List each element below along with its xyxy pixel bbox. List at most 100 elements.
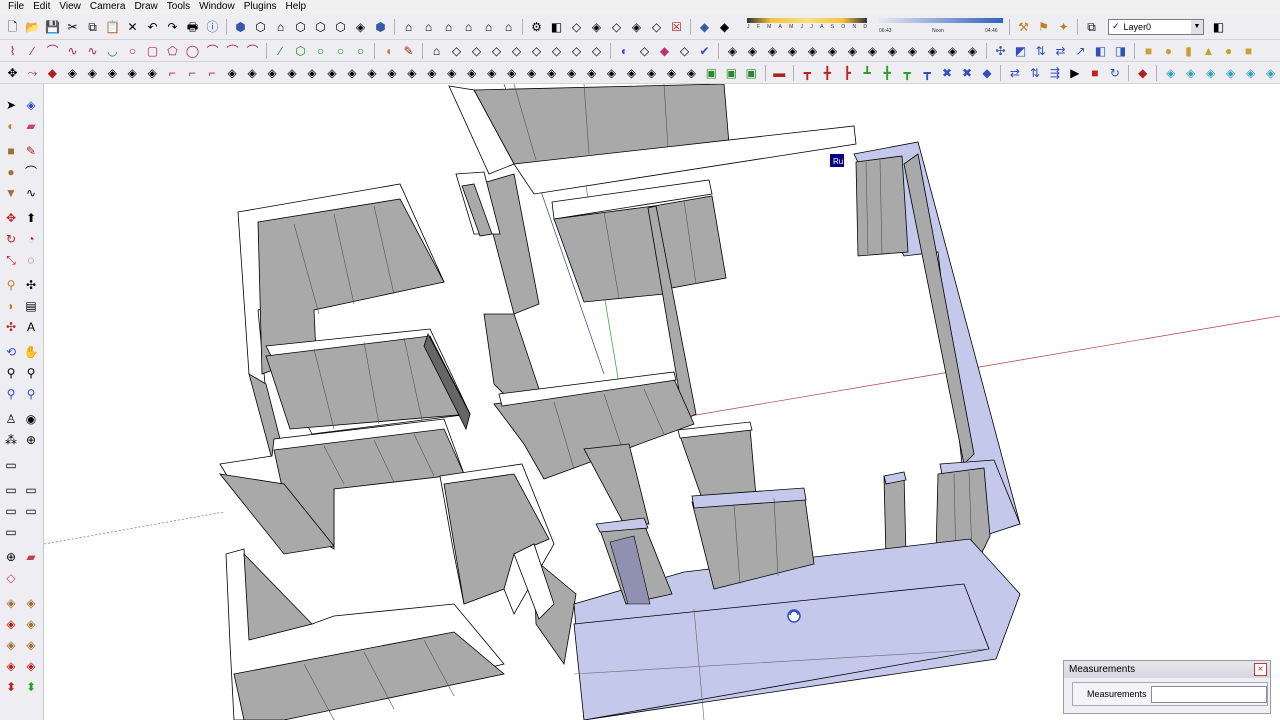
rect-icon[interactable]: ▢ <box>143 41 162 60</box>
scenes-icon[interactable]: ◇ <box>647 17 666 36</box>
line-icon[interactable]: ✎ <box>22 142 40 160</box>
tool-red5-icon[interactable]: ◈ <box>2 657 20 675</box>
make-component-icon[interactable]: ◈ <box>22 96 40 114</box>
text-icon[interactable]: ▤ <box>22 297 40 315</box>
copy-icon[interactable]: ⧉ <box>83 17 102 36</box>
curve5-icon[interactable]: ○ <box>351 41 370 60</box>
tool-av-icon[interactable]: ◈ <box>1261 63 1280 82</box>
tool-c-icon[interactable]: ✔ <box>695 41 714 60</box>
tool-n-icon[interactable]: ◈ <box>283 63 302 82</box>
drape-icon[interactable]: ◈ <box>803 41 822 60</box>
tool-ag-icon[interactable]: ◈ <box>662 63 681 82</box>
position-camera-icon[interactable]: ♙ <box>2 410 20 428</box>
tool-y-icon[interactable]: ◈ <box>502 63 521 82</box>
dashed-line-icon[interactable]: ⤳ <box>23 63 42 82</box>
tool-l-icon[interactable]: ◈ <box>243 63 262 82</box>
tool-z-icon[interactable]: ◈ <box>522 63 541 82</box>
add-detail-icon[interactable]: ◈ <box>2 594 20 612</box>
sandbox-from-contours-icon[interactable]: ▭ <box>2 481 20 499</box>
tool-s-icon[interactable]: ◈ <box>382 63 401 82</box>
component-icon[interactable]: ◧ <box>547 17 566 36</box>
orbit-icon[interactable]: ⟲ <box>2 343 20 361</box>
tool-ao-icon[interactable]: ↻ <box>1105 63 1124 82</box>
erase-icon[interactable]: ✕ <box>123 17 142 36</box>
section-display-icon[interactable]: ◇ <box>2 569 20 587</box>
tool-ac-icon[interactable]: ◈ <box>582 63 601 82</box>
sandbox-scratch-icon[interactable]: ▭ <box>22 481 40 499</box>
offset-icon[interactable]: ◌ <box>22 251 40 269</box>
undo-icon[interactable]: ↶ <box>143 17 162 36</box>
circle-icon[interactable]: ● <box>2 163 20 181</box>
arc-icon[interactable]: ⌒ <box>22 163 40 181</box>
tool-g-icon[interactable]: ◈ <box>83 63 102 82</box>
freehand-icon[interactable]: ∿ <box>22 184 40 202</box>
tool-ah-icon[interactable]: ◈ <box>682 63 701 82</box>
trim-icon[interactable]: ◇ <box>547 41 566 60</box>
iso-view-icon[interactable]: ⬢ <box>231 17 250 36</box>
tool-q-icon[interactable]: ◈ <box>342 63 361 82</box>
arc3-icon[interactable]: ⌒ <box>203 41 222 60</box>
axis-icon[interactable]: ✣ <box>991 41 1010 60</box>
look-around-icon[interactable]: ◉ <box>22 410 40 428</box>
roof6-icon[interactable]: ◈ <box>963 41 982 60</box>
arc5-icon[interactable]: ⌒ <box>243 41 262 60</box>
pan-icon[interactable]: ✋ <box>22 343 40 361</box>
label-icon[interactable]: ◖ <box>379 41 398 60</box>
intersect-icon[interactable]: ◇ <box>487 41 506 60</box>
tool-i-icon[interactable]: ◈ <box>123 63 142 82</box>
tool-b-icon[interactable]: ◇ <box>675 41 694 60</box>
tape-measure-icon[interactable]: ⚲ <box>2 276 20 294</box>
stamp-icon[interactable]: ▭ <box>22 502 40 520</box>
select-icon[interactable]: ➤ <box>2 96 20 114</box>
flip-edge-icon[interactable]: ◈ <box>22 594 40 612</box>
dimension-icon[interactable]: ✣ <box>22 276 40 294</box>
arrow-updown-icon[interactable]: ⇅ <box>1031 41 1050 60</box>
offset-icon[interactable]: ⌂ <box>427 41 446 60</box>
sandbox-from-contours-icon[interactable]: ◈ <box>723 41 742 60</box>
open-icon[interactable]: 📂 <box>23 17 42 36</box>
bezier-icon[interactable]: ◡ <box>103 41 122 60</box>
tool-aa-icon[interactable]: ◈ <box>542 63 561 82</box>
tool-red1-icon[interactable]: ◈ <box>2 615 20 633</box>
close-model-icon[interactable]: ☒ <box>667 17 686 36</box>
eraser-pink-icon[interactable]: ◆ <box>655 41 674 60</box>
wall-green3-icon[interactable]: ┳ <box>898 63 917 82</box>
xray-icon[interactable]: ◈ <box>351 17 370 36</box>
new-icon[interactable]: 🗋 <box>3 17 22 36</box>
arc-icon[interactable]: ⌒ <box>43 41 62 60</box>
select-blue-icon[interactable]: ◐ <box>615 41 634 60</box>
curve3-icon[interactable]: ○ <box>311 41 330 60</box>
move-axis-icon[interactable]: ↗ <box>1071 41 1090 60</box>
zoom-icon[interactable]: ⚲ <box>2 364 20 382</box>
wireframe-icon[interactable]: ⬢ <box>371 17 390 36</box>
share-model-icon[interactable]: ◆ <box>715 17 734 36</box>
tool-j-icon[interactable]: ◈ <box>143 63 162 82</box>
tool-arrow1-icon[interactable]: ⬍ <box>2 678 20 696</box>
move-icon[interactable]: ✥ <box>2 209 20 227</box>
tool-arrow2-icon[interactable]: ⬍ <box>22 678 40 696</box>
roof4-icon[interactable]: ◈ <box>923 41 942 60</box>
measurements-input[interactable] <box>1150 685 1267 703</box>
smoove-icon[interactable]: ▭ <box>2 502 20 520</box>
curve1-icon[interactable]: ∕ <box>271 41 290 60</box>
layer-add-icon[interactable]: ◧ <box>1209 17 1228 36</box>
redo-icon[interactable]: ↷ <box>163 17 182 36</box>
cut-icon[interactable]: ✂ <box>63 17 82 36</box>
section-icon[interactable]: ⊕ <box>2 548 20 566</box>
front-view-icon[interactable]: ⌂ <box>271 17 290 36</box>
layers-icon[interactable]: ◈ <box>627 17 646 36</box>
roof3-icon[interactable]: ◈ <box>903 41 922 60</box>
menu-camera[interactable]: Camera <box>86 0 131 14</box>
tool-red6-icon[interactable]: ◈ <box>22 657 40 675</box>
tool-ab-icon[interactable]: ◈ <box>562 63 581 82</box>
plugin-icon[interactable]: ✦ <box>1054 17 1073 36</box>
styles-icon[interactable]: ◇ <box>607 17 626 36</box>
play-icon[interactable]: ▶ <box>1065 63 1084 82</box>
tool-d-icon[interactable]: ◧ <box>1091 41 1110 60</box>
solid-pyramid-icon[interactable]: ▲ <box>1199 41 1218 60</box>
tool-ad-icon[interactable]: ◈ <box>602 63 621 82</box>
scale-icon[interactable]: ⤡ <box>2 251 20 269</box>
ellipse-icon[interactable]: ◯ <box>183 41 202 60</box>
corner3-icon[interactable]: ⌐ <box>203 63 222 82</box>
paint-bucket-icon[interactable]: ◐ <box>2 117 20 135</box>
